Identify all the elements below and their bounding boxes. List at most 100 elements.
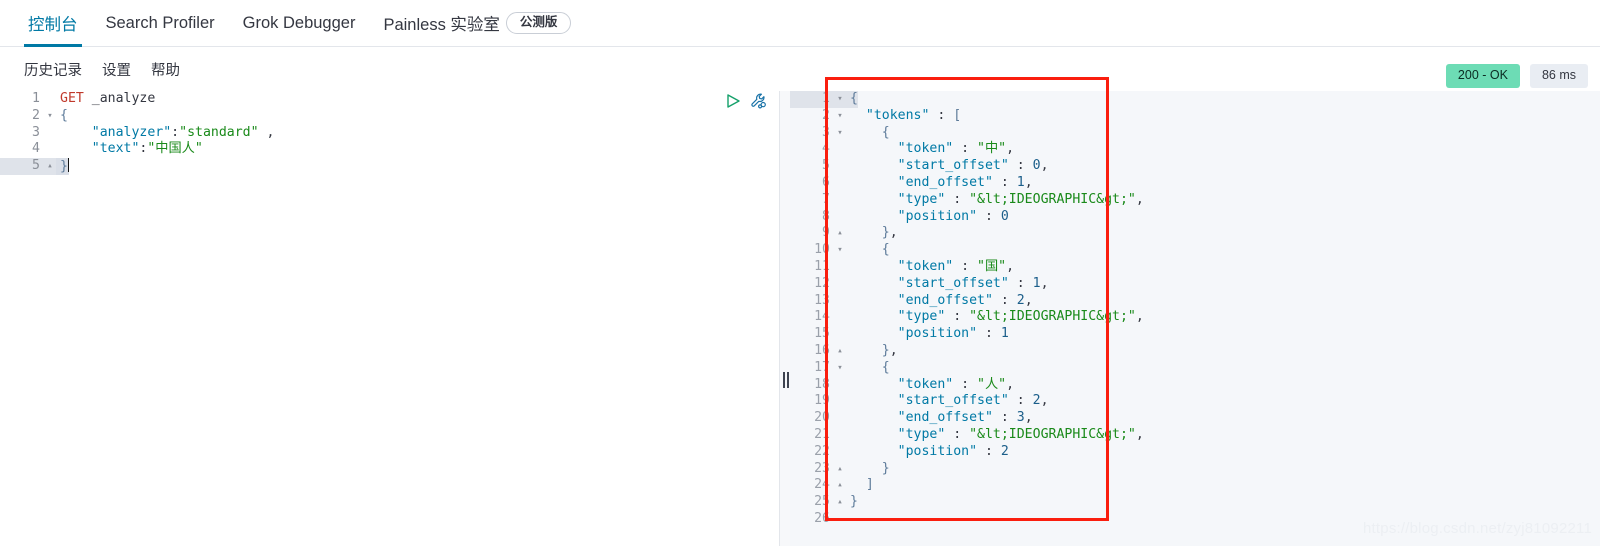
fold-toggle-icon[interactable]: ▴: [834, 494, 846, 511]
fold-toggle-icon[interactable]: [44, 125, 56, 142]
fold-toggle-icon[interactable]: ▾: [834, 91, 846, 108]
code-text: "end_offset" : 1,: [897, 174, 1033, 190]
code-text: GET _analyze: [56, 91, 156, 108]
fold-toggle-icon[interactable]: ▴: [834, 343, 846, 360]
divider-grip-icon[interactable]: [782, 372, 789, 388]
line-number: 2: [0, 107, 44, 125]
code-line: 10 ▾ {: [790, 242, 1600, 259]
fold-toggle-icon[interactable]: [44, 141, 56, 158]
fold-toggle-icon[interactable]: [834, 427, 846, 444]
code-text: "end_offset" : 3,: [897, 410, 1033, 426]
fold-toggle-icon[interactable]: [834, 326, 846, 343]
code-text: "end_offset" : 2,: [897, 292, 1033, 308]
tab-console[interactable]: 控制台: [14, 0, 92, 47]
code-line: 5 "start_offset" : 0,: [790, 158, 1600, 175]
fold-toggle-icon[interactable]: [834, 511, 846, 528]
code-line: 25 ▴}: [790, 494, 1600, 511]
code-text: "start_offset" : 0,: [897, 158, 1049, 174]
code-text: {: [846, 91, 858, 108]
fold-toggle-icon[interactable]: [834, 276, 846, 293]
editor-actions: [724, 92, 768, 110]
code-text: "token" : "人",: [897, 376, 1015, 392]
tab-grok-debugger[interactable]: Grok Debugger: [229, 0, 370, 47]
fold-toggle-icon[interactable]: ▴: [834, 461, 846, 478]
code-text: },: [881, 225, 898, 241]
line-number: 7: [790, 191, 834, 209]
code-text: {: [881, 242, 890, 258]
fold-toggle-icon[interactable]: [834, 377, 846, 394]
fold-toggle-icon[interactable]: [834, 444, 846, 461]
fold-toggle-icon[interactable]: [834, 309, 846, 326]
menu-help[interactable]: 帮助: [141, 55, 190, 84]
status-badge-time: 86 ms: [1529, 64, 1588, 88]
watermark: https://blog.csdn.net/zyj81092211: [1363, 520, 1592, 537]
fold-toggle-icon[interactable]: ▴: [834, 225, 846, 242]
beta-badge: 公测版: [505, 12, 572, 34]
fold-toggle-icon[interactable]: [834, 410, 846, 427]
fold-toggle-icon[interactable]: [834, 175, 846, 192]
fold-toggle-icon[interactable]: [834, 393, 846, 410]
code-line: 3 "analyzer":"standard" ,: [0, 124, 779, 142]
fold-toggle-icon[interactable]: ▾: [834, 125, 846, 142]
fold-toggle-icon[interactable]: ▾: [834, 108, 846, 125]
fold-toggle-icon[interactable]: ▾: [44, 108, 56, 125]
line-number: 18: [790, 376, 834, 394]
fold-toggle-icon[interactable]: [834, 158, 846, 175]
tab-search-profiler[interactable]: Search Profiler: [92, 0, 229, 47]
fold-toggle-icon[interactable]: [834, 192, 846, 209]
fold-toggle-icon[interactable]: ▾: [834, 242, 846, 259]
code-text: },: [881, 342, 898, 358]
line-number: 8: [790, 208, 834, 226]
code-text: "token" : "国",: [897, 258, 1015, 274]
fold-toggle-icon[interactable]: ▴: [44, 158, 56, 175]
line-number: 25: [790, 494, 834, 511]
tab-grok-debugger-label: Grok Debugger: [242, 13, 356, 32]
code-line: 6 "end_offset" : 1,: [790, 174, 1600, 192]
fold-toggle-icon[interactable]: [44, 91, 56, 108]
code-text: "start_offset" : 1,: [897, 275, 1049, 291]
grip-bar: [786, 372, 789, 388]
tab-console-label: 控制台: [28, 16, 78, 34]
line-number: 4: [0, 141, 44, 159]
code-text: "position" : 1: [897, 326, 1009, 342]
code-line: 4 "text":"中国人": [0, 141, 779, 159]
line-number: 14: [790, 309, 834, 327]
code-text: "token" : "中",: [897, 141, 1015, 157]
menu-history[interactable]: 历史记录: [14, 55, 92, 84]
grip-bar: [782, 372, 785, 388]
code-text: "tokens" : [: [865, 107, 962, 123]
code-line: 8 "position" : 0: [790, 208, 1600, 226]
fold-toggle-icon[interactable]: ▾: [834, 360, 846, 377]
fold-toggle-icon[interactable]: [834, 209, 846, 226]
line-number: 1: [0, 91, 44, 108]
code-text: "position" : 2: [897, 443, 1009, 459]
code-line: 2 ▾ "tokens" : [: [790, 107, 1600, 125]
code-text: {: [56, 107, 68, 125]
line-number: 17: [790, 359, 834, 377]
menu-settings[interactable]: 设置: [92, 55, 141, 84]
code-text: "type" : "&lt;IDEOGRAPHIC&gt;",: [897, 191, 1144, 207]
code-line: 14 "type" : "&lt;IDEOGRAPHIC&gt;",: [790, 309, 1600, 327]
line-number: 16: [790, 342, 834, 360]
line-number: 26: [790, 510, 834, 528]
fold-toggle-icon[interactable]: [834, 293, 846, 310]
play-triangle-icon[interactable]: [724, 92, 742, 110]
code-line: 17 ▾ {: [790, 359, 1600, 377]
response-editor[interactable]: 1 ▾{2 ▾ "tokens" : [3 ▾ {4 "token" : "中", 5 …: [790, 91, 1600, 546]
console-app: 控制台 Search Profiler Grok Debugger Painle…: [0, 0, 1600, 546]
line-number: 6: [790, 174, 834, 192]
request-editor-lines: 1 GET _analyze 2 ▾{3 "analyzer":"standard" …: [0, 91, 779, 175]
pane-divider[interactable]: [779, 91, 790, 546]
request-editor[interactable]: 1 GET _analyze 2 ▾{3 "analyzer":"standard" …: [0, 91, 779, 546]
fold-toggle-icon[interactable]: [834, 259, 846, 276]
tab-painless-lab-label: Painless 实验室: [383, 16, 500, 34]
code-text: "position" : 0: [897, 208, 1009, 224]
fold-toggle-icon[interactable]: ▴: [834, 477, 846, 494]
wrench-icon[interactable]: [750, 92, 768, 110]
fold-toggle-icon[interactable]: [834, 141, 846, 158]
tab-painless-lab[interactable]: Painless 实验室 公测版: [369, 0, 585, 47]
line-number: 2: [790, 107, 834, 125]
code-line: 1 ▾{: [790, 91, 1600, 108]
code-line: 12 "start_offset" : 1,: [790, 275, 1600, 293]
response-editor-lines: 1 ▾{2 ▾ "tokens" : [3 ▾ {4 "token" : "中", 5 …: [790, 91, 1600, 528]
